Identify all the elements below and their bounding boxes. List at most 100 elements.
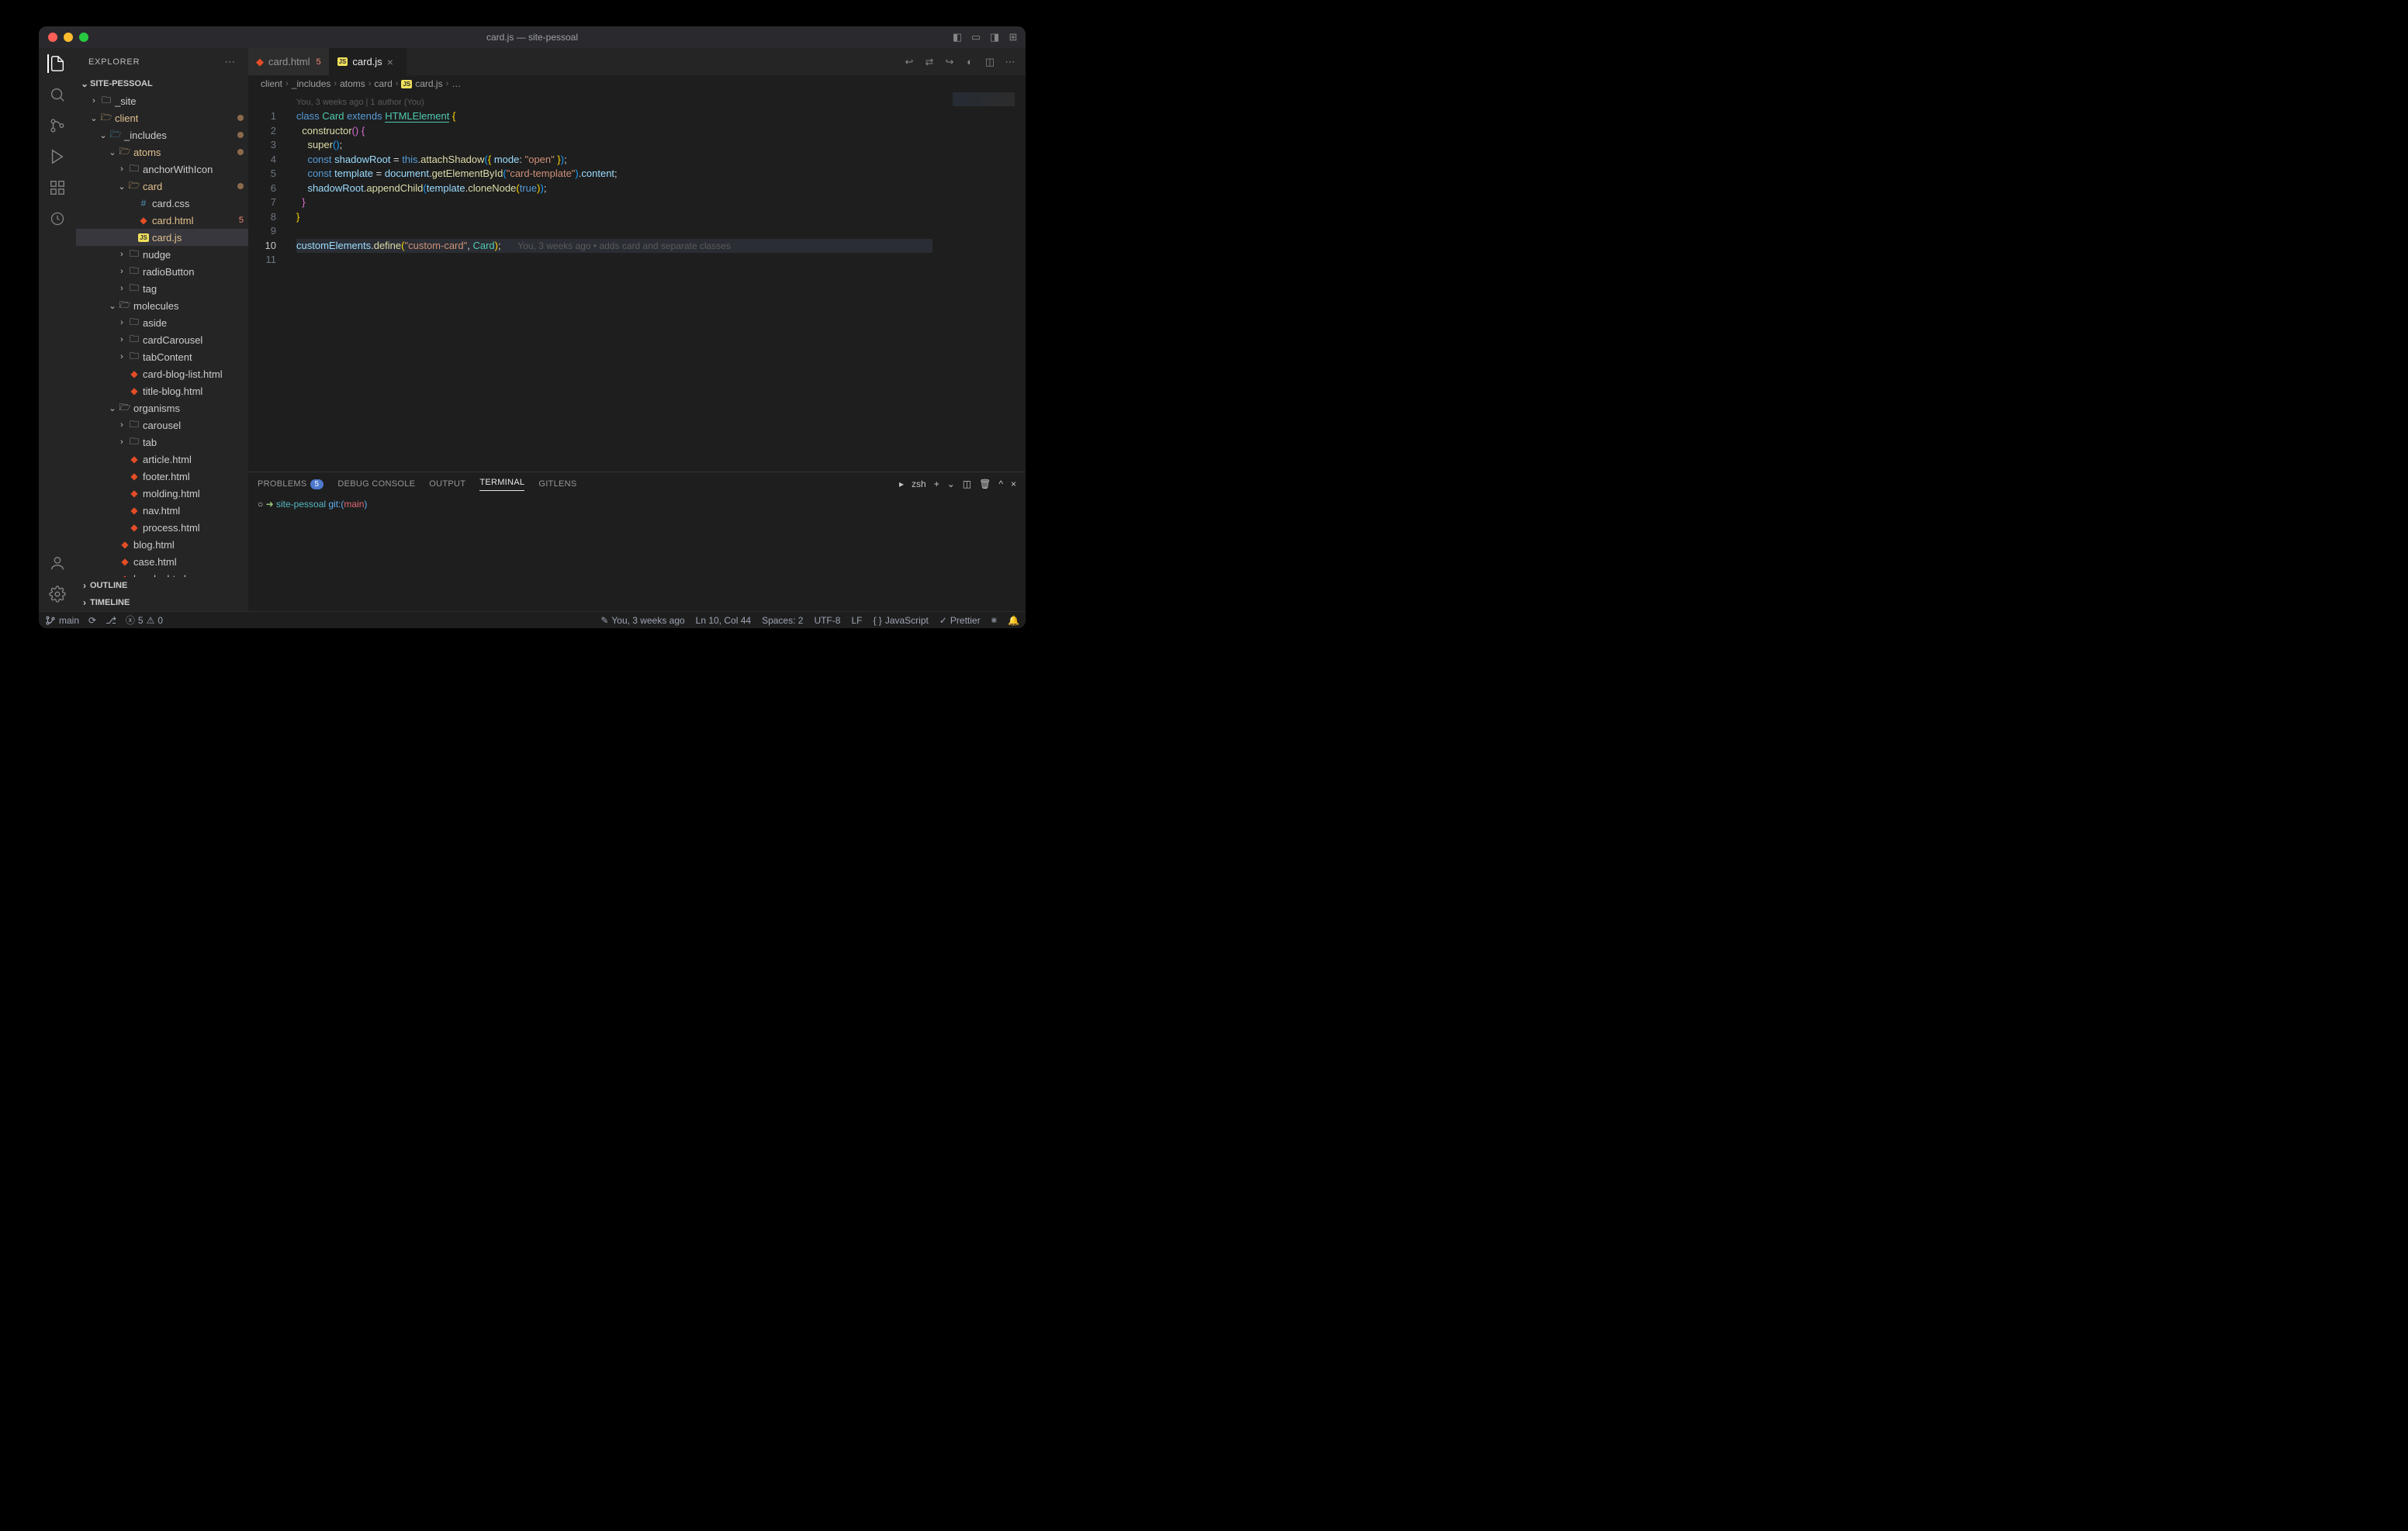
gitlens-status-icon[interactable]: ⎇ (106, 615, 116, 626)
code-editor[interactable]: You, 3 weeks ago | 1 author (You) 123456… (248, 92, 1026, 472)
project-section[interactable]: ⌄ SITE-PESSOAL (76, 75, 248, 92)
outline-section[interactable]: › OUTLINE (76, 577, 248, 594)
folder-item[interactable]: ⌄🗁atoms (76, 143, 248, 161)
folder-item[interactable]: ›🗀nudge (76, 246, 248, 263)
language-mode[interactable]: { } JavaScript (873, 615, 928, 626)
crumb[interactable]: card (374, 78, 392, 89)
folder-item[interactable]: ›🗀carousel (76, 416, 248, 434)
layout-sidebar-right-icon[interactable]: ◨ (988, 31, 1001, 43)
folder-item[interactable]: ›🗀tag (76, 280, 248, 297)
account-icon[interactable] (48, 554, 67, 572)
file-item[interactable]: ◆article.html (76, 451, 248, 468)
close-window-button[interactable] (48, 33, 57, 42)
minimize-window-button[interactable] (64, 33, 73, 42)
debug-console-tab[interactable]: DEBUG CONSOLE (337, 479, 415, 489)
explorer-icon[interactable] (47, 54, 66, 73)
tab-card-html[interactable]: ◆ card.html 5 (248, 48, 330, 75)
gitlens-tab[interactable]: GITLENS (538, 479, 576, 489)
file-item[interactable]: ◆molding.html (76, 485, 248, 502)
timeline-label: TIMELINE (90, 598, 130, 607)
minimap[interactable] (953, 92, 1015, 106)
folder-item[interactable]: ›🗀anchorWithIcon (76, 161, 248, 178)
zoom-window-button[interactable] (79, 33, 88, 42)
terminal-shell-name[interactable]: zsh (912, 479, 926, 489)
terminal[interactable]: ○ ➜ site-pessoal git:(main) (248, 496, 1026, 611)
folder-item[interactable]: ⌄🗁card (76, 178, 248, 195)
crumb[interactable]: atoms (340, 78, 365, 89)
cursor-position[interactable]: Ln 10, Col 44 (696, 615, 751, 626)
settings-gear-icon[interactable] (48, 585, 67, 603)
prettier-status[interactable]: ✓ Prettier (939, 615, 981, 626)
folder-item[interactable]: ›🗀_site (76, 92, 248, 109)
terminal-tab[interactable]: TERMINAL (479, 478, 524, 491)
crumb[interactable]: card.js (415, 78, 442, 89)
split-editor-icon[interactable]: ◫ (984, 56, 996, 68)
search-icon[interactable] (48, 85, 67, 104)
timeline-section[interactable]: › TIMELINE (76, 594, 248, 611)
encoding[interactable]: UTF-8 (814, 615, 840, 626)
vscode-window: card.js — site-pessoal ◧ ▭ ◨ ⊞ EXPLORER (39, 26, 1026, 628)
file-item[interactable]: ◆nav.html (76, 502, 248, 519)
breadcrumb[interactable]: client› _includes› atoms› card› JS card.… (248, 75, 1026, 92)
run-debug-icon[interactable] (48, 147, 67, 166)
close-panel-icon[interactable]: × (1011, 479, 1016, 489)
close-tab-icon[interactable]: × (387, 56, 398, 68)
eol[interactable]: LF (851, 615, 862, 626)
file-item[interactable]: JScard.js (76, 229, 248, 246)
file-item[interactable]: ◆blog.html (76, 536, 248, 553)
file-item[interactable]: ◆title-blog.html (76, 382, 248, 399)
problems-status[interactable]: ⓧ 5 ⚠ 0 (126, 613, 163, 627)
gitlens-next-icon[interactable]: ↪ (943, 56, 956, 68)
activity-bar (39, 48, 76, 611)
source-control-icon[interactable] (48, 116, 67, 135)
terminal-dropdown-icon[interactable]: ⌄ (947, 479, 955, 489)
code-content[interactable]: class Card extends HTMLElement { constru… (296, 109, 932, 268)
tab-card-js[interactable]: JS card.js × (330, 48, 407, 75)
folder-item[interactable]: ⌄🗁organisms (76, 399, 248, 416)
folder-item[interactable]: ›🗀cardCarousel (76, 331, 248, 348)
layout-sidebar-left-icon[interactable]: ◧ (951, 31, 964, 43)
more-actions-icon[interactable]: ⋯ (1004, 56, 1016, 68)
layout-customize-icon[interactable]: ⊞ (1007, 31, 1019, 43)
file-item[interactable]: ◆card.html5 (76, 212, 248, 229)
problems-tab[interactable]: PROBLEMS5 (258, 479, 323, 489)
terminal-shell-icon[interactable]: ▸ (899, 479, 904, 489)
extensions-icon[interactable] (48, 178, 67, 197)
sync-icon[interactable]: ⟳ (88, 615, 96, 626)
crumb[interactable]: _includes (292, 78, 331, 89)
file-item[interactable]: ◆case.html (76, 553, 248, 570)
folder-item[interactable]: ›🗀aside (76, 314, 248, 331)
crumb[interactable]: client (261, 78, 282, 89)
output-tab[interactable]: OUTPUT (429, 479, 465, 489)
maximize-panel-icon[interactable]: ^ (998, 479, 1003, 489)
new-terminal-icon[interactable]: + (934, 479, 939, 489)
folder-item[interactable]: ›🗀tabContent (76, 348, 248, 365)
indentation[interactable]: Spaces: 2 (762, 615, 803, 626)
bottom-panel: PROBLEMS5 DEBUG CONSOLE OUTPUT TERMINAL … (248, 472, 1026, 611)
sidebar-more-icon[interactable]: ⋯ (224, 55, 236, 68)
folder-item[interactable]: ⌄🗁molecules (76, 297, 248, 314)
gitlens-toggle-icon[interactable]: ◐ (964, 56, 976, 68)
folder-item[interactable]: ⌄🗁client (76, 109, 248, 126)
layout-panel-icon[interactable]: ▭ (970, 31, 982, 43)
file-item[interactable]: ◆card-blog-list.html (76, 365, 248, 382)
file-item[interactable]: #card.css (76, 195, 248, 212)
gitlens-compare-icon[interactable]: ⇄ (923, 56, 936, 68)
remote-icon[interactable] (48, 209, 67, 228)
folder-item[interactable]: ⌄🗁_includes (76, 126, 248, 143)
crumb[interactable]: … (452, 78, 461, 89)
file-item[interactable]: ◆process.html (76, 519, 248, 536)
git-branch[interactable]: main (45, 615, 79, 626)
bell-icon[interactable]: 🔔 (1008, 615, 1019, 626)
gitlens-arrow-icon[interactable]: ↩ (903, 56, 915, 68)
file-item[interactable]: ◆header.html (76, 570, 248, 577)
feedback-icon[interactable]: ⨳ (991, 614, 997, 626)
kill-terminal-icon[interactable]: 🗑 (979, 479, 991, 489)
file-item[interactable]: ◆footer.html (76, 468, 248, 485)
html-icon: ◆ (256, 56, 264, 68)
folder-item[interactable]: ›🗀tab (76, 434, 248, 451)
split-terminal-icon[interactable]: ◫ (963, 479, 971, 489)
blame-status[interactable]: ✎ You, 3 weeks ago (600, 615, 684, 626)
folder-item[interactable]: ›🗀radioButton (76, 263, 248, 280)
file-tree[interactable]: ›🗀_site⌄🗁client⌄🗁_includes⌄🗁atoms›🗀ancho… (76, 92, 248, 577)
